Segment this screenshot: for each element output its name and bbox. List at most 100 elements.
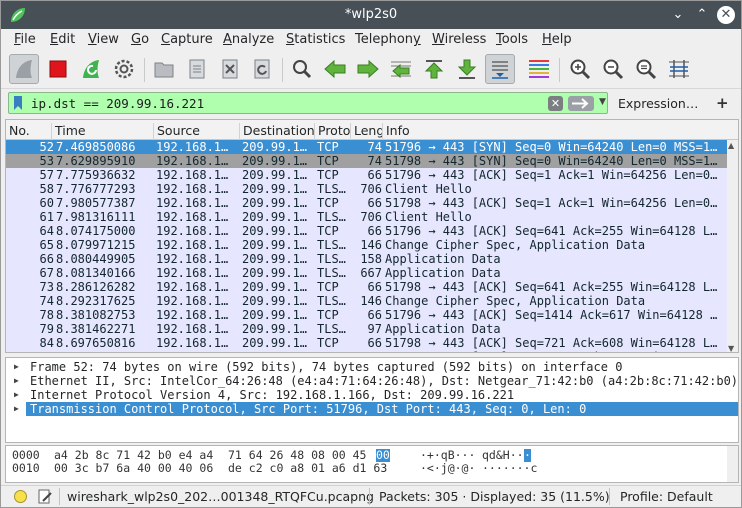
expand-arrow-icon[interactable]: ▶ xyxy=(14,360,19,374)
start-capture-button[interactable] xyxy=(9,54,39,84)
column-header-info[interactable]: Info xyxy=(383,123,738,141)
detail-row-tcp[interactable]: ▶ Transmission Control Protocol, Src Por… xyxy=(6,402,738,416)
menu-help[interactable]: Help xyxy=(542,32,572,47)
column-header-time[interactable]: Time xyxy=(52,123,154,141)
open-file-button[interactable] xyxy=(149,54,179,84)
cell-source: 192.168.1… xyxy=(156,154,229,168)
expert-info-indicator-icon[interactable] xyxy=(14,490,27,503)
autoscroll-button[interactable] xyxy=(485,54,515,84)
display-filter-text[interactable]: ip.dst == 209.99.16.221 xyxy=(31,96,204,111)
packet-row[interactable]: 58 7.776777293 192.168.1… 209.99.1… TLS… 706 C… xyxy=(6,182,728,196)
menu-capture[interactable]: Capture xyxy=(161,32,213,47)
close-button[interactable]: ✕ xyxy=(717,6,735,24)
expand-arrow-icon[interactable]: ▶ xyxy=(14,402,19,416)
minimize-button[interactable]: ⌄ xyxy=(669,6,687,24)
close-file-button[interactable] xyxy=(215,54,245,84)
go-to-packet-button[interactable] xyxy=(386,54,416,84)
bookmark-icon[interactable] xyxy=(13,96,23,110)
cell-source: 192.168.1… xyxy=(156,294,229,308)
colorize-button[interactable] xyxy=(524,54,554,84)
cell-no: 78 xyxy=(39,308,54,322)
restart-capture-button[interactable] xyxy=(76,54,106,84)
normal-size-button[interactable] xyxy=(631,54,661,84)
packet-row[interactable]: 53 7.629895910 192.168.1… 209.99.1… TCP 74 517… xyxy=(6,154,728,168)
go-forward-button[interactable] xyxy=(353,54,383,84)
packet-row[interactable]: 1…9.417171823192.168.1…209.99.1…TCP66517… xyxy=(6,350,728,352)
packet-row[interactable]: 57 7.775936632 192.168.1… 209.99.1… TCP 66 517… xyxy=(6,168,728,182)
find-packet-button[interactable] xyxy=(287,54,317,84)
first-packet-button[interactable] xyxy=(419,54,449,84)
packet-details-pane[interactable]: ▶ Frame 52: 74 bytes on wire (592 bits),… xyxy=(5,357,739,443)
edit-comment-icon[interactable] xyxy=(37,489,53,505)
column-header-destination[interactable]: Destination xyxy=(240,123,315,141)
cell-source: 192.168.1… xyxy=(156,168,229,182)
window-title: *wlp2s0 xyxy=(344,7,398,22)
packet-row[interactable]: 65 8.079971215 192.168.1… 209.99.1… TLS… 146 C… xyxy=(6,238,728,252)
clear-filter-button[interactable]: ✕ xyxy=(548,96,563,111)
cell-source: 192.168.1… xyxy=(156,238,229,252)
column-header-source[interactable]: Source xyxy=(154,123,240,141)
go-back-button[interactable] xyxy=(320,54,350,84)
column-header-protocol[interactable]: Proto xyxy=(315,123,351,141)
packet-row[interactable]: 61 7.981316111 192.168.1… 209.99.1… TLS… 706 C… xyxy=(6,210,728,224)
cell-protocol: TLS… xyxy=(317,210,346,224)
detail-row-frame[interactable]: ▶ Frame 52: 74 bytes on wire (592 bits),… xyxy=(6,360,738,374)
zoom-out-button[interactable] xyxy=(598,54,628,84)
expand-arrow-icon[interactable]: ▶ xyxy=(14,388,19,402)
column-header-no[interactable]: No. xyxy=(6,123,52,141)
title-bar[interactable]: *wlp2s0 ⌄ ⌃ ✕ xyxy=(1,1,741,29)
menu-view[interactable]: View xyxy=(88,32,119,47)
packet-row[interactable]: 79 8.381462271 192.168.1… 209.99.1… TLS… 97 Ap… xyxy=(6,322,728,336)
packet-row[interactable]: 67 8.081340166 192.168.1… 209.99.1… TLS… 667 A… xyxy=(6,266,728,280)
menu-statistics[interactable]: Statistics xyxy=(286,32,345,47)
last-packet-button[interactable] xyxy=(452,54,482,84)
filter-history-dropdown-icon[interactable]: ▼ xyxy=(599,97,606,107)
maximize-button[interactable]: ⌃ xyxy=(693,6,711,24)
packet-row[interactable]: 74 8.292317625 192.168.1… 209.99.1… TLS… 146 C… xyxy=(6,294,728,308)
reload-file-button[interactable] xyxy=(247,54,277,84)
menu-go[interactable]: Go xyxy=(131,32,149,47)
cell-time: 8.292317625 xyxy=(56,294,136,308)
expression-button[interactable]: Expression… xyxy=(618,96,698,111)
packet-row[interactable]: 60 7.980577387 192.168.1… 209.99.1… TCP 66 517… xyxy=(6,196,728,210)
cell-protocol: TCP xyxy=(317,350,351,352)
column-header-length[interactable]: Leng xyxy=(351,123,383,141)
cell-time: 8.286126282 xyxy=(56,280,136,294)
packet-list-scrollbar[interactable]: ▲ ▼ xyxy=(727,140,738,352)
packet-list-pane[interactable]: No. Time Source Destination Proto Leng I… xyxy=(5,119,739,353)
apply-filter-button[interactable] xyxy=(568,96,594,111)
detail-row-ip[interactable]: ▶ Internet Protocol Version 4, Src: 192.… xyxy=(6,388,738,402)
packet-row[interactable]: 64 8.074175000 192.168.1… 209.99.1… TCP 66 517… xyxy=(6,224,728,238)
stop-capture-button[interactable] xyxy=(43,54,73,84)
display-filter-input[interactable]: ip.dst == 209.99.16.221 ✕ ▼ xyxy=(8,92,608,114)
expand-arrow-icon[interactable]: ▶ xyxy=(14,374,19,388)
bytes-scrollbar[interactable] xyxy=(727,446,738,482)
cell-destination: 209.99.1… xyxy=(242,322,308,336)
menu-telephony[interactable]: Telephony xyxy=(355,32,421,47)
cell-time: 8.074175000 xyxy=(56,224,136,238)
packet-row[interactable]: 73 8.286126282 192.168.1… 209.99.1… TCP 66 517… xyxy=(6,280,728,294)
menu-wireless[interactable]: Wireless xyxy=(432,32,486,47)
menu-tools[interactable]: Tools xyxy=(496,32,528,47)
resize-columns-button[interactable] xyxy=(664,54,694,84)
add-filter-button[interactable]: + xyxy=(716,94,729,112)
scroll-down-icon[interactable]: ▼ xyxy=(728,344,734,352)
capture-options-button[interactable] xyxy=(109,54,139,84)
zoom-in-button[interactable] xyxy=(565,54,595,84)
scroll-up-icon[interactable]: ▲ xyxy=(728,141,734,150)
menu-analyze[interactable]: Analyze xyxy=(223,32,274,47)
cell-no: 65 xyxy=(39,238,54,252)
bytes-offset: 0000 xyxy=(12,448,40,462)
menu-file[interactable]: File xyxy=(14,32,36,47)
packet-row[interactable]: 84 8.697650816 192.168.1… 209.99.1… TCP 66 517… xyxy=(6,336,728,350)
profile-label[interactable]: Profile: Default xyxy=(620,489,713,504)
packet-row[interactable]: 66 8.080449905 192.168.1… 209.99.1… TLS… 158 A… xyxy=(6,252,728,266)
save-file-button[interactable] xyxy=(182,54,212,84)
autoscroll-icon xyxy=(492,61,508,79)
packet-row[interactable]: 78 8.381082753 192.168.1… 209.99.1… TCP 66 517… xyxy=(6,308,728,322)
packet-bytes-pane[interactable]: 0000 a4 2b 8c 71 42 b0 e4 a4 71 64 26 48 0… xyxy=(5,445,739,483)
detail-row-ethernet[interactable]: ▶ Ethernet II, Src: IntelCor_64:26:48 (e… xyxy=(6,374,738,388)
main-toolbar xyxy=(1,51,741,89)
packet-row-selected[interactable]: 52 7.469850086 192.168.1… 209.99.1… TCP 74 517… xyxy=(6,140,728,154)
menu-edit[interactable]: Edit xyxy=(50,32,75,47)
